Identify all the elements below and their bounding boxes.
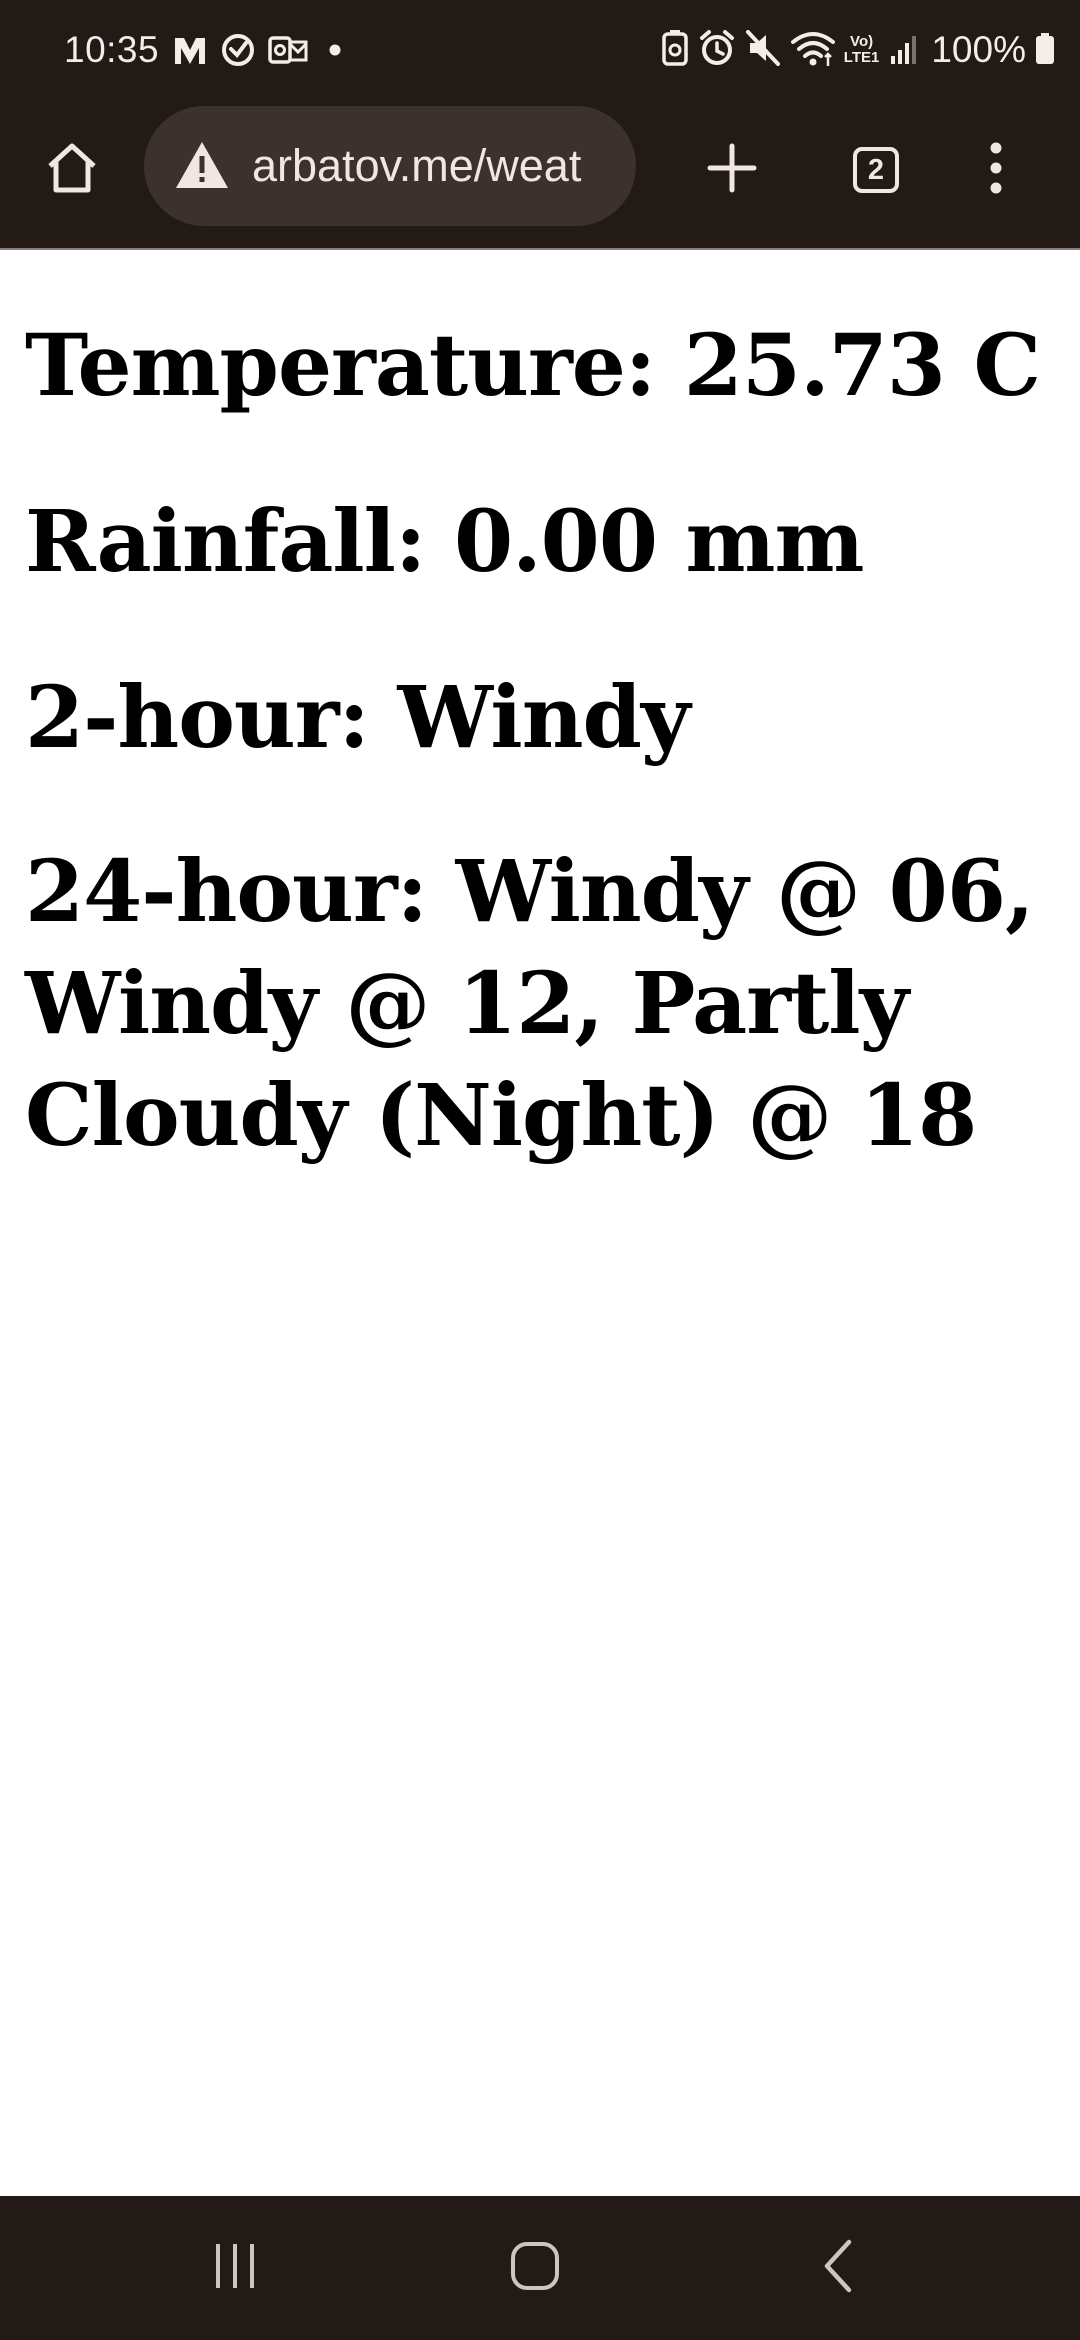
alarm-icon [698,28,736,73]
status-time: 10:35 [64,29,160,70]
home-button[interactable] [30,128,114,212]
back-button[interactable] [794,2232,884,2304]
dot-icon [320,32,350,73]
warning-icon[interactable] [174,140,230,195]
nav-home-button[interactable] [490,2232,580,2304]
more-vert-icon [988,140,1004,201]
recents-button[interactable] [190,2232,280,2304]
signal-icon [887,28,919,73]
notification-icons [172,30,350,74]
plus-icon [706,142,758,199]
navigation-bar [0,2196,1080,2340]
two-hour-forecast-text: 2-hour: Windy [25,668,690,768]
battery-percent: 100% [931,29,1026,70]
temperature-text: Temperature: 25.73 C [25,316,1041,416]
wifi-icon [790,28,836,73]
new-tab-button[interactable] [690,128,774,212]
lte-label: LTE1 [843,49,880,66]
home-circle-icon [508,2239,562,2298]
system-status-icons: Vo) LTE1 100% [660,24,1056,76]
more-options-button[interactable] [958,128,1034,212]
battery-saver-icon [660,28,690,73]
browser-toolbar: arbatov.me/weat 2 [0,100,1080,250]
outlook-icon [268,32,308,73]
tab-switcher-button[interactable]: 2 [834,128,918,212]
battery-icon [1034,28,1056,73]
volte-label: Vo) [850,33,874,50]
twenty-four-hour-forecast-text: 24-hour: Windy @ 06, Windy @ 12, Partly … [25,842,1035,1166]
mute-icon [744,28,782,73]
m-logo-icon [172,32,208,73]
recents-icon [210,2240,260,2297]
url-text[interactable]: arbatov.me/weat [252,136,581,196]
weather-content: Temperature: 25.73 C Rainfall: 0.00 mm 2… [25,250,1065,1172]
sync-circle-icon [220,32,256,73]
home-icon [44,140,100,201]
rainfall-text: Rainfall: 0.00 mm [25,492,864,592]
back-icon [819,2238,859,2299]
url-bar[interactable]: arbatov.me/weat [144,106,636,226]
tab-count: 2 [867,153,885,186]
volte-lte-icon: Vo) LTE1 [844,34,880,66]
tabs-icon: 2 [853,147,899,193]
status-bar: 10:35 Vo) LTE1 100% [0,0,1080,100]
